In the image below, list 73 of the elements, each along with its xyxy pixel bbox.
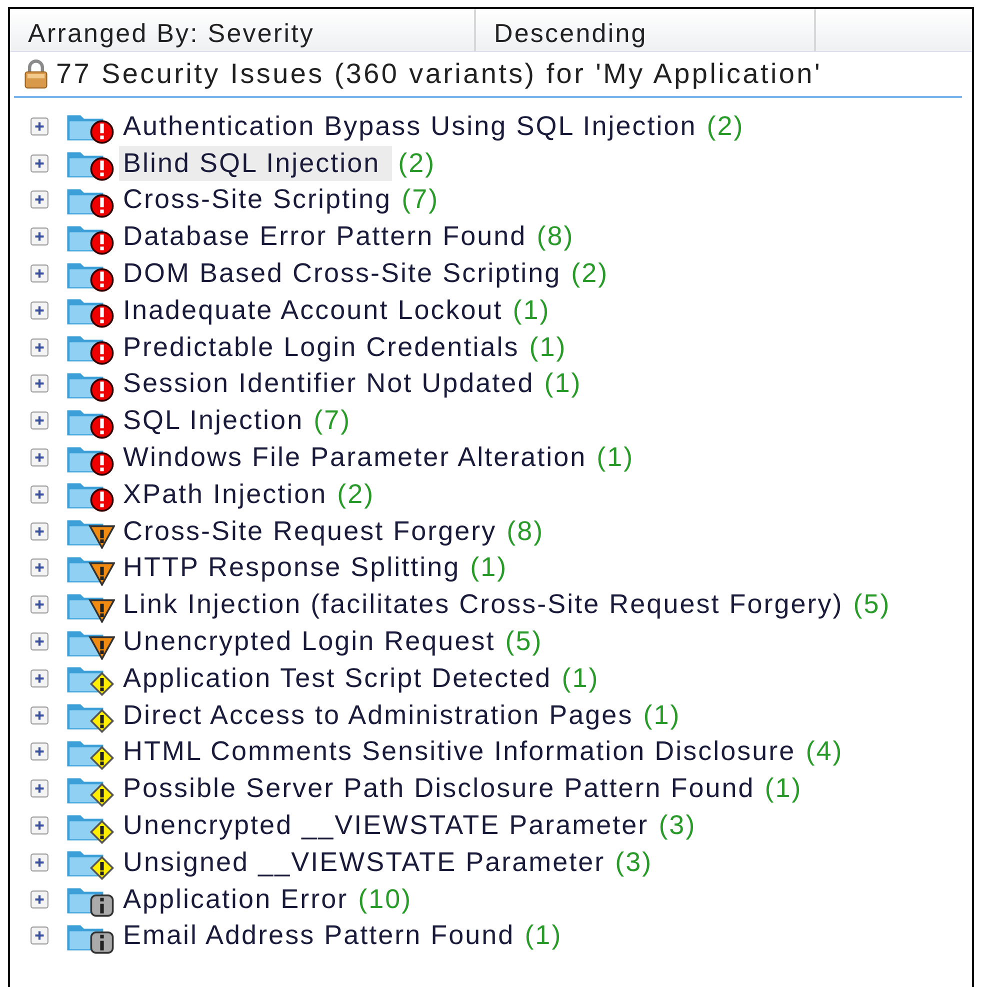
- issue-count: (8): [506, 516, 544, 547]
- expand-icon[interactable]: [30, 190, 49, 210]
- expand-icon[interactable]: [30, 668, 49, 688]
- issue-count: (2): [571, 258, 609, 290]
- issue-name[interactable]: Database Error Pattern Found: [119, 219, 531, 254]
- issue-count: (10): [358, 884, 412, 915]
- issue-name[interactable]: XPath Injection: [119, 476, 332, 512]
- issue-count: (5): [853, 589, 891, 620]
- expand-icon[interactable]: [30, 779, 49, 798]
- issue-name[interactable]: Cross-Site Request Forgery: [119, 514, 501, 549]
- expand-icon[interactable]: [30, 742, 49, 762]
- expand-icon[interactable]: [30, 264, 49, 284]
- expand-icon[interactable]: [30, 890, 49, 909]
- issue-count: (1): [470, 552, 508, 584]
- expand-icon[interactable]: [30, 448, 49, 468]
- issue-count: (2): [706, 110, 744, 142]
- issue-count: (1): [512, 294, 550, 326]
- issue-name[interactable]: HTML Comments Sensitive Information Disclosure: [119, 734, 800, 770]
- issue-count: (1): [544, 368, 582, 400]
- issue-count: (1): [524, 920, 562, 952]
- issue-name[interactable]: Application Error: [119, 882, 352, 917]
- column-header[interactable]: Descending: [476, 9, 816, 51]
- issue-count: (1): [529, 332, 567, 363]
- expand-icon[interactable]: [30, 484, 49, 504]
- issue-count: (1): [562, 662, 600, 694]
- expand-icon[interactable]: [30, 558, 49, 578]
- expand-icon[interactable]: [30, 411, 49, 430]
- issue-count: (7): [402, 184, 440, 216]
- issue-name[interactable]: Session Identifier Not Updated: [119, 366, 538, 402]
- issue-name[interactable]: Authentication Bypass Using SQL Injection: [119, 108, 701, 144]
- expand-icon[interactable]: [30, 116, 49, 136]
- issue-count: (3): [658, 810, 696, 842]
- expand-icon[interactable]: [30, 706, 49, 725]
- issue-count: (4): [806, 736, 844, 768]
- issue-name[interactable]: Cross-Site Scripting: [119, 182, 396, 218]
- issue-count: (1): [596, 442, 634, 474]
- issue-name[interactable]: Unencrypted Login Request: [119, 624, 500, 660]
- issue-name[interactable]: Possible Server Path Disclosure Pattern Found: [119, 771, 759, 806]
- issue-name[interactable]: Windows File Parameter Alteration: [119, 440, 591, 476]
- expand-icon[interactable]: [30, 154, 49, 173]
- issue-name[interactable]: Email Address Pattern Found: [119, 918, 519, 954]
- summary-text: 77 Security Issues (360 variants) for 'My Application': [56, 58, 822, 90]
- issue-count: (8): [536, 221, 574, 252]
- issue-name[interactable]: Unencrypted __VIEWSTATE Parameter: [119, 808, 653, 844]
- column-header[interactable]: Arranged By: Severity: [10, 9, 476, 51]
- lock-icon: [24, 59, 48, 89]
- issue-name[interactable]: Unsigned __VIEWSTATE Parameter: [119, 844, 610, 880]
- issue-name[interactable]: Link Injection (facilitates Cross-Site Request Forgery): [119, 587, 848, 622]
- issue-name[interactable]: SQL Injection: [119, 403, 308, 438]
- expand-icon[interactable]: [30, 632, 49, 652]
- issue-name[interactable]: Inadequate Account Lockout: [119, 292, 507, 328]
- issue-count: (2): [398, 148, 436, 179]
- expand-icon[interactable]: [30, 852, 49, 872]
- issue-name[interactable]: Blind SQL Injection: [119, 146, 392, 181]
- issue-count: (3): [615, 846, 653, 878]
- issue-count: (2): [337, 478, 375, 510]
- issue-name[interactable]: Direct Access to Administration Pages: [119, 698, 638, 733]
- issue-name[interactable]: DOM Based Cross-Site Scripting: [119, 256, 566, 292]
- issue-name[interactable]: Predictable Login Credentials: [119, 330, 524, 365]
- issue-count: (7): [314, 405, 352, 436]
- expand-icon[interactable]: [30, 595, 49, 614]
- issue-count: (1): [643, 700, 681, 731]
- issue-count: (5): [505, 626, 543, 658]
- expand-icon[interactable]: [30, 374, 49, 394]
- expand-icon[interactable]: [30, 926, 49, 946]
- expand-icon[interactable]: [30, 300, 49, 320]
- issue-count: (1): [764, 773, 802, 804]
- issue-name[interactable]: Application Test Script Detected: [119, 660, 556, 696]
- expand-icon[interactable]: [30, 522, 49, 541]
- expand-icon[interactable]: [30, 338, 49, 357]
- expand-icon[interactable]: [30, 227, 49, 246]
- issue-name[interactable]: HTTP Response Splitting: [119, 550, 464, 586]
- expand-icon[interactable]: [30, 816, 49, 836]
